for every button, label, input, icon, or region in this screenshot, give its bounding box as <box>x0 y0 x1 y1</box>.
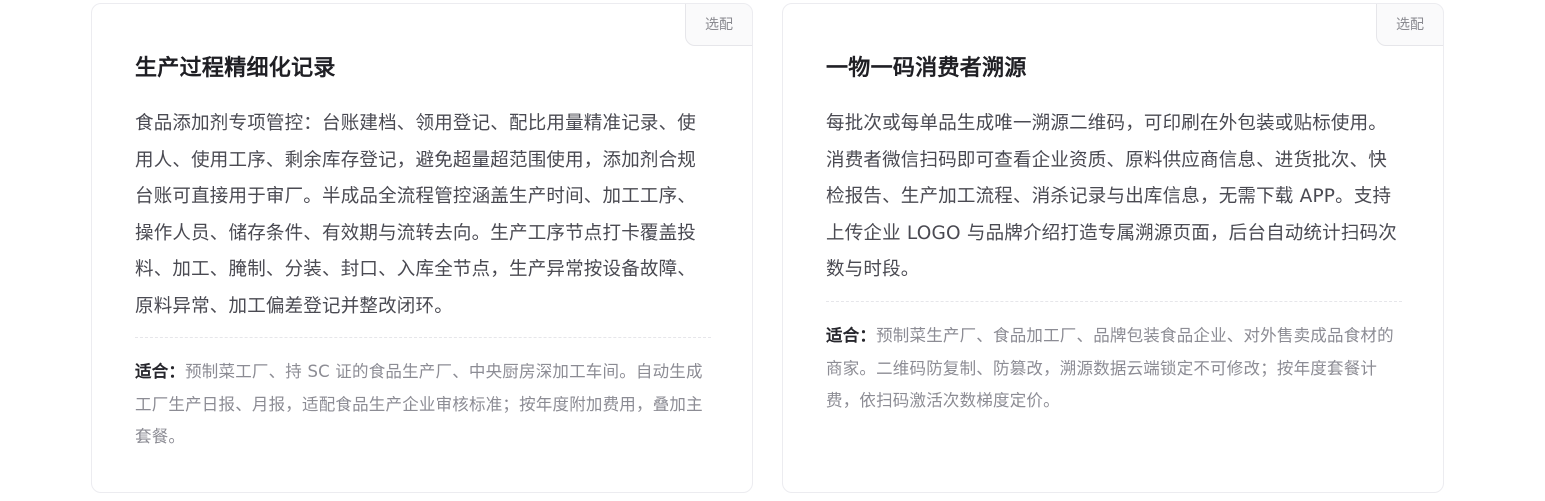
card-title: 生产过程精细化记录 <box>135 56 336 81</box>
optional-tag: 选配 <box>1376 4 1443 46</box>
card-title: 一物一码消费者溯源 <box>826 56 1027 81</box>
feature-cards-section: 选配 生产过程精细化记录 食品添加剂专项管控：台账建档、领用登记、配比用量精准记… <box>0 0 1545 501</box>
suitable-for-body: 预制菜工厂、持 SC 证的食品生产厂、中央厨房深加工车间。自动生成工厂生产日报、… <box>135 362 703 446</box>
card-description: 每批次或每单品生成唯一溯源二维码，可印刷在外包装或贴标使用。消费者微信扫码即可查… <box>826 113 1397 280</box>
dashed-divider <box>135 337 711 338</box>
feature-card-production-records: 选配 生产过程精细化记录 食品添加剂专项管控：台账建档、领用登记、配比用量精准记… <box>91 3 753 493</box>
feature-card-consumer-traceability: 选配 一物一码消费者溯源 每批次或每单品生成唯一溯源二维码，可印刷在外包装或贴标… <box>782 3 1444 493</box>
suitable-for-label: 适合： <box>135 362 186 381</box>
suitable-for-body: 预制菜生产厂、食品加工厂、品牌包装食品企业、对外售卖成品食材的商家。二维码防复制… <box>826 326 1394 410</box>
suitable-for-text: 适合：预制菜工厂、持 SC 证的食品生产厂、中央厨房深加工车间。自动生成工厂生产… <box>135 356 711 454</box>
card-description: 食品添加剂专项管控：台账建档、领用登记、配比用量精准记录、使用人、使用工序、剩余… <box>135 113 697 317</box>
suitable-for-label: 适合： <box>826 326 877 345</box>
dashed-divider <box>826 301 1402 302</box>
suitable-for-text: 适合：预制菜生产厂、食品加工厂、品牌包装食品企业、对外售卖成品食材的商家。二维码… <box>826 320 1402 418</box>
optional-tag: 选配 <box>685 4 752 46</box>
